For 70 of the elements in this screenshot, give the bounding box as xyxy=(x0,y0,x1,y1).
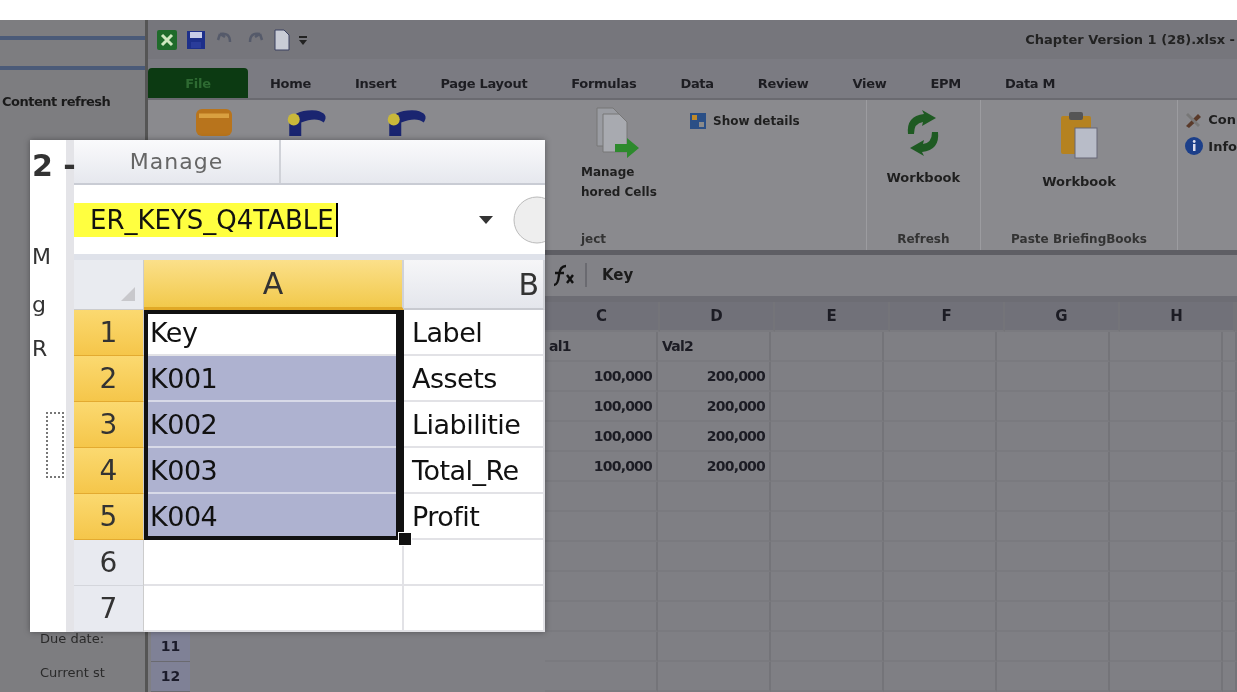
group-label: Paste BriefingBooks xyxy=(1011,231,1147,246)
table-cell: al1 xyxy=(545,332,658,362)
column-header[interactable]: D xyxy=(660,302,775,332)
partial-text: M xyxy=(32,244,51,269)
row-header[interactable]: 2 xyxy=(74,356,144,402)
column-header[interactable]: H xyxy=(1120,302,1235,332)
formula-value: Key xyxy=(602,266,634,285)
ribbon-tab[interactable]: Home xyxy=(248,68,333,99)
ribbon-tab[interactable]: View xyxy=(830,68,909,99)
ribbon-tab[interactable]: EPM xyxy=(908,68,983,99)
row-header[interactable]: 7 xyxy=(74,586,144,632)
column-header[interactable]: A xyxy=(144,260,404,310)
ribbon-tab[interactable]: Formulas xyxy=(549,68,659,99)
table-cell: 200,000 xyxy=(658,392,771,422)
paste-workbook-button[interactable]: Workbook xyxy=(1036,100,1122,191)
column-header[interactable]: B xyxy=(404,260,545,310)
row-header[interactable]: 12 xyxy=(151,662,190,692)
row-header[interactable]: 3 xyxy=(74,402,144,448)
group-label: ject xyxy=(580,231,608,246)
document-icon[interactable] xyxy=(274,28,290,51)
show-details-button[interactable]: Show details xyxy=(689,112,800,131)
manage-cells-label[interactable]: Manage hored Cells xyxy=(580,162,689,203)
table-cell: Assets xyxy=(404,356,545,402)
dropdown-icon[interactable] xyxy=(478,214,494,225)
ribbon-tab[interactable]: Data xyxy=(658,68,736,99)
table-cell: 200,000 xyxy=(658,452,771,482)
row-header[interactable]: 11 xyxy=(151,632,190,662)
table-cell: 100,000 xyxy=(545,452,658,482)
ribbon-tab[interactable]: Page Layout xyxy=(418,68,550,99)
window-title: Chapter Version 1 (28).xlsx - xyxy=(1025,32,1236,48)
table-cell: 100,000 xyxy=(545,422,658,452)
partial-text: 2 - xyxy=(32,148,76,183)
column-header[interactable]: E xyxy=(775,302,890,332)
partial-text: R xyxy=(32,336,48,361)
table-cell: 100,000 xyxy=(545,392,658,422)
fill-handle[interactable] xyxy=(398,532,412,546)
ribbon-tab[interactable]: Data M xyxy=(982,68,1078,99)
field-label: Current st xyxy=(40,664,106,682)
ribbon-item[interactable]: Con xyxy=(1184,110,1237,129)
row-header[interactable]: 6 xyxy=(74,540,144,586)
save-icon[interactable] xyxy=(186,29,206,50)
table-cell: 200,000 xyxy=(658,362,771,392)
ribbon-tab[interactable]: Review xyxy=(735,68,831,99)
dotted-box xyxy=(46,412,64,478)
row-header[interactable]: 4 xyxy=(74,448,144,494)
column-header[interactable]: C xyxy=(545,302,660,332)
side-heading: Content refresh xyxy=(2,94,111,109)
table-cell: Val2 xyxy=(658,332,771,362)
row-header[interactable]: 1 xyxy=(74,310,144,356)
column-header[interactable]: F xyxy=(890,302,1005,332)
partial-text: g xyxy=(32,292,46,317)
spreadsheet-app-icon[interactable] xyxy=(156,28,178,51)
info-icon xyxy=(1184,136,1205,157)
row-header[interactable]: 5 xyxy=(74,494,144,540)
name-box-text: ER_KEYS_Q4TABLE xyxy=(74,202,338,237)
corner-triangle-icon xyxy=(121,287,135,301)
group-label: Refresh xyxy=(897,231,950,246)
ribbon-item[interactable]: Info xyxy=(1184,136,1237,157)
name-box[interactable]: ER_KEYS_Q4TABLE xyxy=(74,196,504,243)
table-cell: Label xyxy=(404,310,545,356)
clipboard-icon xyxy=(1059,110,1100,161)
table-cell: Liabilitie xyxy=(404,402,545,448)
ribbon-tab[interactable]: Insert xyxy=(333,68,419,99)
field-label: Due date: xyxy=(40,630,106,648)
column-header[interactable]: G xyxy=(1005,302,1120,332)
table-cell: Total_Re xyxy=(404,448,545,494)
table-cell: 100,000 xyxy=(545,362,658,392)
table-cell: 200,000 xyxy=(658,422,771,452)
refresh-workbook-button[interactable]: Workbook xyxy=(880,100,967,187)
grid-icon xyxy=(689,112,707,131)
